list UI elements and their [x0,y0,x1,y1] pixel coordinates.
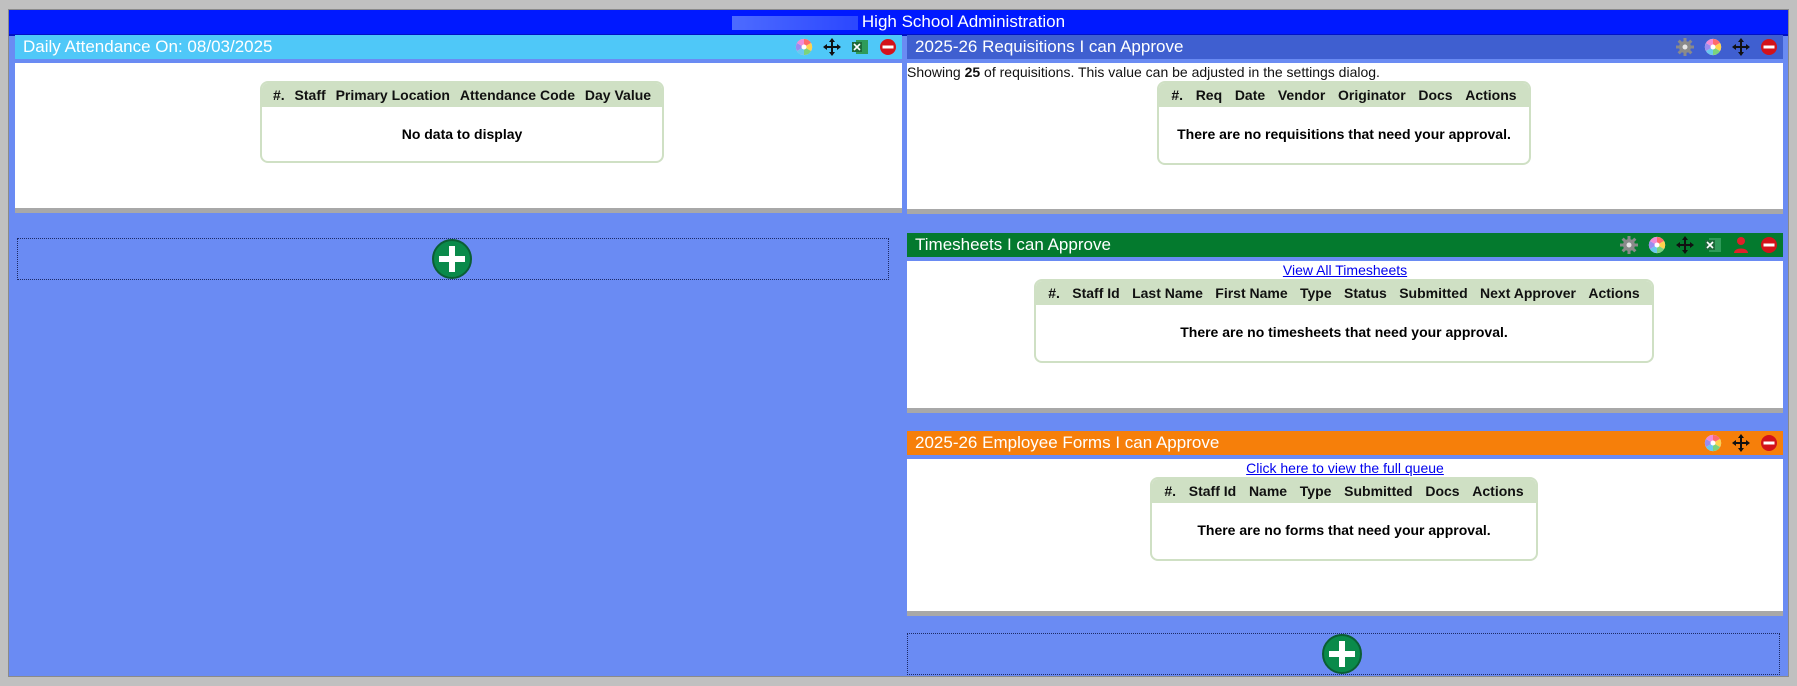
requisitions-showing-note: Showing 25 of requisitions. This value c… [907,64,1380,80]
attendance-widget-body: #. Staff Primary Location Attendance Cod… [15,63,902,213]
column-header[interactable]: Type [1300,285,1332,301]
add-widget-icon[interactable] [432,239,472,279]
column-header[interactable]: #. [273,87,285,103]
excel-icon[interactable] [850,37,870,57]
dashboard-frame: High School Administration Daily Attenda… [8,9,1789,677]
column-header[interactable]: Actions [1588,285,1639,301]
column-header[interactable]: #. [1164,483,1176,499]
forms-grid-header: #. Staff Id Name Type Submitted Docs Act… [1152,479,1536,503]
column-header[interactable]: Originator [1338,87,1406,103]
attendance-widget-header: Daily Attendance On: 08/03/2025 [15,35,902,59]
forms-grid: #. Staff Id Name Type Submitted Docs Act… [1150,477,1538,561]
forms-widget-title: 2025-26 Employee Forms I can Approve [915,433,1220,452]
column-header[interactable]: Submitted [1344,483,1412,499]
right-add-widget-zone [907,633,1780,675]
column-header[interactable]: Actions [1465,87,1516,103]
column-header[interactable]: Vendor [1278,87,1325,103]
requisitions-showing-count: 25 [964,64,981,80]
column-header[interactable]: #. [1048,285,1060,301]
empty-message: There are no timesheets that need your a… [1180,324,1508,340]
column-header[interactable]: Name [1249,483,1287,499]
column-header[interactable]: Docs [1418,87,1452,103]
timesheets-widget: Timesheets I can Approve View All Timesh… [907,233,1783,413]
column-header[interactable]: Date [1235,87,1265,103]
attendance-widget: Daily Attendance On: 08/03/2025 #. Staff… [15,35,902,213]
move-icon[interactable] [1675,235,1695,255]
gear-icon[interactable] [1675,37,1695,57]
remove-icon[interactable] [1759,37,1779,57]
excel-icon[interactable] [1703,235,1723,255]
column-header[interactable]: Last Name [1132,285,1203,301]
person-icon[interactable] [1731,235,1751,255]
page-title: High School Administration [861,12,1066,31]
requisitions-widget: 2025-26 Requisitions I can Approve Showi… [907,35,1783,214]
column-header[interactable]: Docs [1425,483,1459,499]
color-wheel-icon[interactable] [1647,235,1667,255]
remove-icon[interactable] [1759,235,1779,255]
move-icon[interactable] [1731,433,1751,453]
timesheets-widget-title: Timesheets I can Approve [915,235,1111,254]
column-header[interactable]: Actions [1472,483,1523,499]
column-header[interactable]: #. [1171,87,1183,103]
move-icon[interactable] [822,37,842,57]
attendance-grid: #. Staff Primary Location Attendance Cod… [260,81,664,163]
column-header[interactable]: Submitted [1399,285,1467,301]
column-header[interactable]: Next Approver [1480,285,1576,301]
view-full-queue-link[interactable]: Click here to view the full queue [907,460,1783,476]
requisitions-widget-body: Showing 25 of requisitions. This value c… [907,63,1783,214]
column-header[interactable]: Day Value [585,87,651,103]
empty-message: There are no requisitions that need your… [1177,126,1511,142]
remove-icon[interactable] [1759,433,1779,453]
timesheets-grid-header: #. Staff Id Last Name First Name Type St… [1036,281,1652,305]
column-header[interactable]: Staff [295,87,326,103]
forms-widget-header: 2025-26 Employee Forms I can Approve [907,431,1783,455]
column-header[interactable]: Req [1196,87,1222,103]
requisitions-widget-header: 2025-26 Requisitions I can Approve [907,35,1783,59]
attendance-widget-title: Daily Attendance On: 08/03/2025 [23,37,273,56]
redacted-name [731,15,858,30]
move-icon[interactable] [1731,37,1751,57]
empty-message: No data to display [401,126,523,142]
color-wheel-icon[interactable] [794,37,814,57]
top-bar: High School Administration [9,10,1788,36]
requisitions-grid: #. Req Date Vendor Originator Docs Actio… [1157,81,1531,165]
empty-message: There are no forms that need your approv… [1197,522,1491,538]
column-header[interactable]: Primary Location [336,87,450,103]
column-header[interactable]: First Name [1215,285,1287,301]
column-header[interactable]: Staff Id [1189,483,1236,499]
requisitions-widget-title: 2025-26 Requisitions I can Approve [915,37,1184,56]
color-wheel-icon[interactable] [1703,37,1723,57]
remove-icon[interactable] [878,37,898,57]
timesheets-widget-header: Timesheets I can Approve [907,233,1783,257]
timesheets-grid: #. Staff Id Last Name First Name Type St… [1034,279,1654,363]
view-all-timesheets-link[interactable]: View All Timesheets [907,262,1783,278]
requisitions-grid-header: #. Req Date Vendor Originator Docs Actio… [1159,83,1529,107]
color-wheel-icon[interactable] [1703,433,1723,453]
timesheets-widget-body: View All Timesheets #. Staff Id Last Nam… [907,261,1783,413]
left-add-widget-zone [17,238,889,280]
column-header[interactable]: Staff Id [1072,285,1119,301]
gear-icon[interactable] [1619,235,1639,255]
add-widget-icon[interactable] [1322,634,1362,674]
column-header[interactable]: Attendance Code [460,87,575,103]
column-header[interactable]: Type [1300,483,1332,499]
forms-widget: 2025-26 Employee Forms I can Approve Cli… [907,431,1783,616]
attendance-grid-header: #. Staff Primary Location Attendance Cod… [262,83,662,107]
column-header[interactable]: Status [1344,285,1387,301]
forms-widget-body: Click here to view the full queue #. Sta… [907,459,1783,616]
